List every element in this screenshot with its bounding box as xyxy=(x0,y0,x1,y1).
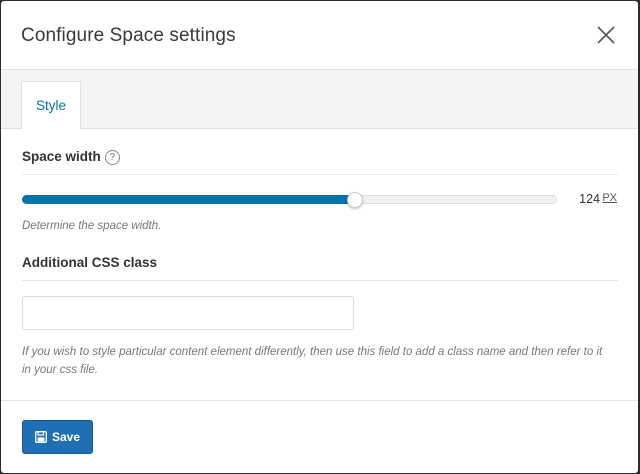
modal-title: Configure Space settings xyxy=(21,25,236,46)
save-label: Save xyxy=(51,430,81,444)
css-class-label: Additional CSS class xyxy=(22,255,158,270)
save-button[interactable]: Save xyxy=(22,420,93,454)
footer-divider xyxy=(1,400,638,401)
space-width-description: Determine the space width. xyxy=(22,220,162,232)
unit-selector[interactable]: PX xyxy=(602,192,617,204)
space-width-value: 124 xyxy=(579,192,600,206)
css-class-description: If you wish to style particular content … xyxy=(22,346,603,376)
tabs-bar: Style xyxy=(1,70,638,129)
slider-handle[interactable] xyxy=(347,192,363,208)
tab-style[interactable]: Style xyxy=(21,81,81,128)
close-button[interactable] xyxy=(596,25,616,45)
css-class-input[interactable] xyxy=(22,296,354,330)
modal-header: Configure Space settings xyxy=(1,1,638,70)
section-divider xyxy=(22,174,618,175)
question-circle-icon[interactable]: ? xyxy=(104,150,120,165)
floppy-disk-icon xyxy=(35,431,47,443)
space-width-label: Space width? xyxy=(22,149,120,165)
close-icon xyxy=(597,26,615,44)
section-divider xyxy=(22,280,618,281)
slider-fill xyxy=(22,195,354,204)
settings-modal: Configure Space settings Style Space wid… xyxy=(1,1,638,473)
tab-style-label: Style xyxy=(35,97,66,113)
